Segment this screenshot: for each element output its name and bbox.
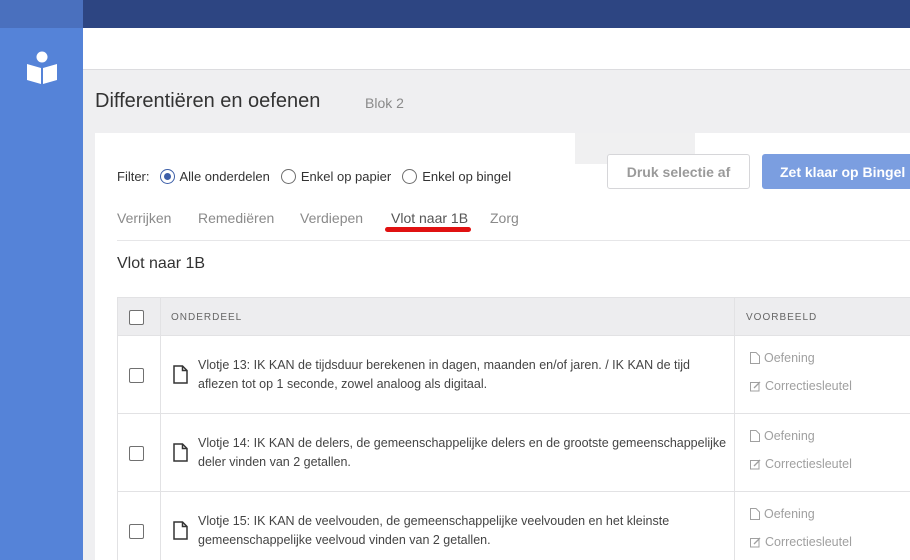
- tabs-divider: [117, 240, 910, 241]
- top-navigation-bar: [83, 0, 910, 28]
- row-description: Vlotje 14: IK KAN de delers, de gemeensc…: [198, 436, 727, 469]
- exercise-link-label: Oefening: [764, 507, 815, 521]
- secondary-toolbar: [83, 28, 910, 70]
- table-row: Vlotje 14: IK KAN de delers, de gemeensc…: [118, 414, 910, 492]
- answer-key-link-label: Correctiesleutel: [765, 457, 852, 471]
- filter-option-label: Enkel op papier: [300, 168, 392, 184]
- table-header: ONDERDEEL VOORBEELD: [118, 297, 910, 336]
- row-checkbox[interactable]: [129, 368, 144, 383]
- print-selection-button[interactable]: Druk selectie af: [607, 154, 750, 189]
- assign-bingel-button[interactable]: Zet klaar op Bingel: [762, 154, 910, 189]
- select-all-checkbox[interactable]: [129, 310, 144, 325]
- row-description: Vlotje 15: IK KAN de veelvouden, de geme…: [198, 514, 670, 547]
- tab-verrijken[interactable]: Verrijken: [117, 210, 171, 226]
- tab-verdiepen[interactable]: Verdiepen: [300, 210, 363, 226]
- radio-all[interactable]: [159, 168, 175, 184]
- table-row: Vlotje 13: IK KAN de tijdsduur berekenen…: [118, 336, 910, 414]
- active-tab-marker: [385, 227, 471, 232]
- exercise-link[interactable]: Oefening: [750, 351, 815, 365]
- filter-option-paper[interactable]: Enkel op papier: [280, 168, 392, 184]
- exercise-link-label: Oefening: [764, 351, 815, 365]
- table-row: Vlotje 15: IK KAN de veelvouden, de geme…: [118, 492, 910, 560]
- row-description: Vlotje 13: IK KAN de tijdsduur berekenen…: [198, 358, 690, 391]
- column-header-onderdeel: ONDERDEEL: [171, 312, 243, 323]
- document-icon: [173, 365, 188, 384]
- edit-square-icon: [750, 381, 761, 391]
- exercise-link-label: Oefening: [764, 429, 815, 443]
- document-icon: [173, 443, 188, 462]
- column-header-voorbeeld: VOORBEELD: [746, 312, 818, 323]
- document-icon: [173, 521, 188, 540]
- answer-key-link-label: Correctiesleutel: [765, 535, 852, 549]
- reader-book-icon[interactable]: [26, 50, 58, 86]
- document-icon: [750, 430, 760, 442]
- filter-option-label: Alle onderdelen: [179, 168, 270, 184]
- page-title: Differentiëren en oefenen: [95, 90, 321, 112]
- tab-zorg[interactable]: Zorg: [490, 210, 519, 226]
- edit-square-icon: [750, 459, 761, 469]
- filter-bar: Filter: Alle onderdelen Enkel op papier …: [117, 167, 522, 185]
- filter-label: Filter:: [117, 168, 150, 184]
- section-title: Vlot naar 1B: [117, 255, 206, 272]
- document-icon: [750, 352, 760, 364]
- exercise-link[interactable]: Oefening: [750, 507, 815, 521]
- answer-key-link-label: Correctiesleutel: [765, 379, 852, 393]
- tab-remedieren[interactable]: Remediëren: [198, 210, 274, 226]
- row-checkbox[interactable]: [129, 446, 144, 461]
- answer-key-link[interactable]: Correctiesleutel: [750, 379, 852, 393]
- answer-key-link[interactable]: Correctiesleutel: [750, 535, 852, 549]
- row-checkbox[interactable]: [129, 524, 144, 539]
- answer-key-link[interactable]: Correctiesleutel: [750, 457, 852, 471]
- radio-bingel[interactable]: [402, 168, 418, 184]
- page-subtitle: Blok 2: [365, 95, 404, 111]
- filter-option-bingel[interactable]: Enkel op bingel: [402, 168, 512, 184]
- sidebar: [0, 0, 83, 560]
- filter-option-all[interactable]: Alle onderdelen: [159, 168, 270, 184]
- exercise-table: ONDERDEEL VOORBEELD Vlotje 13: IK KAN de…: [117, 297, 910, 560]
- sidebar-top-strip: [0, 0, 83, 28]
- radio-paper[interactable]: [280, 168, 296, 184]
- tab-vlot-naar-1b[interactable]: Vlot naar 1B: [391, 210, 468, 226]
- edit-square-icon: [750, 537, 761, 547]
- document-icon: [750, 508, 760, 520]
- exercise-link[interactable]: Oefening: [750, 429, 815, 443]
- filter-option-label: Enkel op bingel: [422, 168, 512, 184]
